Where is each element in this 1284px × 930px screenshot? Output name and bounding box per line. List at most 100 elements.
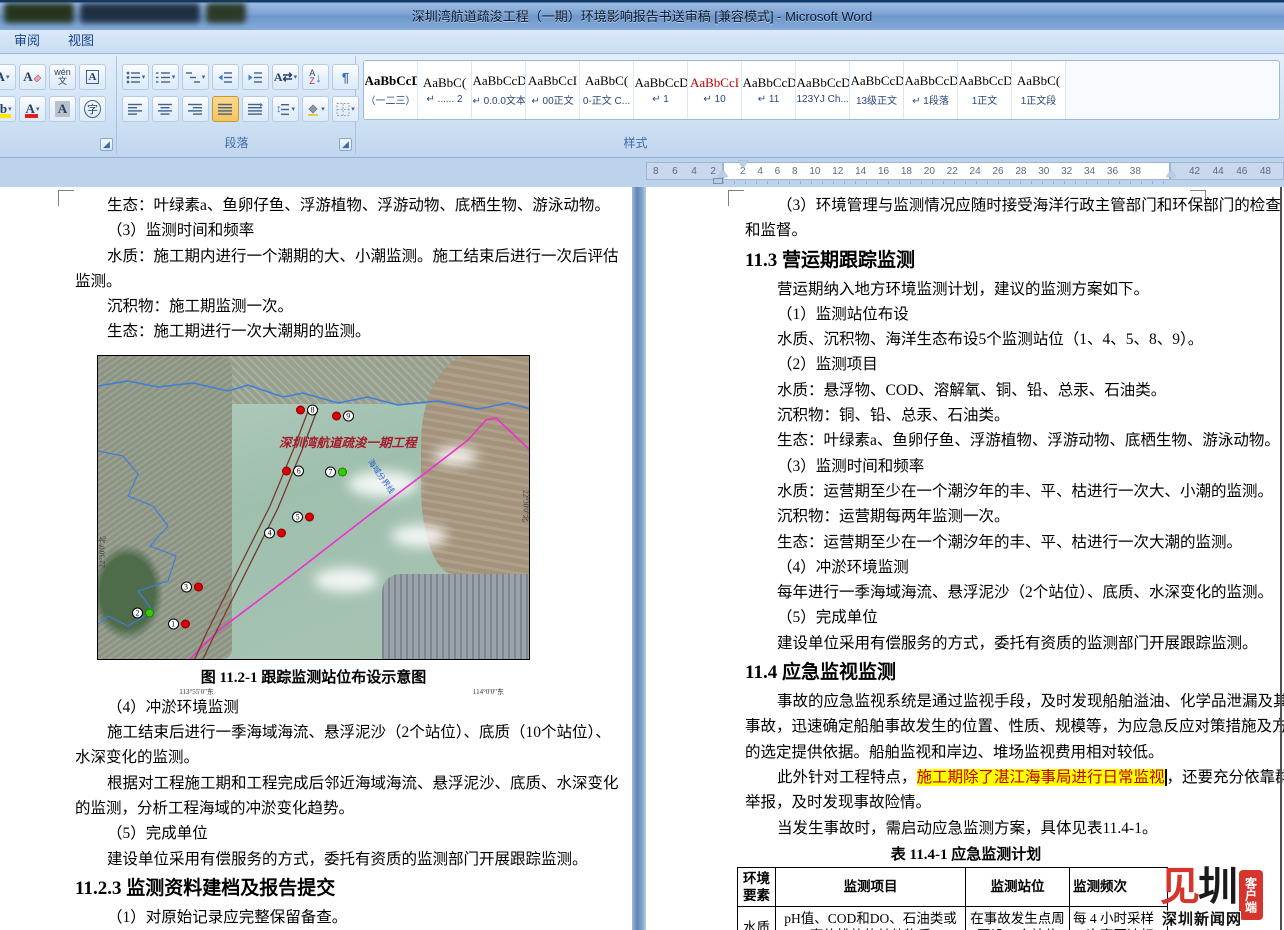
align-center-button[interactable] <box>152 96 179 122</box>
page-gap <box>632 187 646 930</box>
style-item[interactable]: AaBbCcD(13级正文 <box>850 61 904 119</box>
styles-group-label: 样式 <box>357 134 914 151</box>
character-border-button[interactable]: A <box>79 64 106 90</box>
doc-line[interactable]: 建设单位采用有偿服务的方式，委托有资质的监测部门开展跟踪监测。 <box>75 847 631 872</box>
map-lines <box>98 356 530 660</box>
doc-line[interactable]: 事故的应急监视系统是通过监视手段，及时发现船舶溢油、化学品泄漏及其他 <box>745 689 1187 714</box>
bullets-button[interactable]: ▾ <box>122 64 149 90</box>
grow-font-button[interactable]: A▾ <box>0 64 16 90</box>
font-color-button[interactable]: A▾ <box>19 96 46 122</box>
tab-view[interactable]: 视图 <box>54 27 108 53</box>
doc-line[interactable]: 施工结束后进行一季海域海流、悬浮泥沙（2个站位）、底质（10个站位）、 <box>75 720 631 745</box>
style-item[interactable]: AaBbCcD(1正文 <box>958 61 1012 119</box>
numbering-button[interactable]: ▾ <box>152 64 179 90</box>
text-boundary-mark <box>728 190 744 206</box>
paragraph-group-label: 段落 <box>118 134 355 151</box>
doc-line[interactable]: （3）监测时间和频率 <box>75 218 631 243</box>
doc-line[interactable]: 建设单位采用有偿服务的方式，委托有资质的监测部门开展跟踪监测。 <box>745 631 1187 656</box>
doc-line[interactable]: 生态：叶绿素a、鱼卵仔鱼、浮游植物、浮游动物、底栖生物、游泳动物。 <box>745 428 1187 453</box>
map-station-2: 2 <box>132 608 154 619</box>
style-item[interactable]: AaBbCcI↵ 10 <box>688 61 742 119</box>
enclose-characters-button[interactable]: 字 <box>79 96 106 122</box>
doc-line[interactable]: （1）对原始记录应完整保留备查。 <box>75 905 631 930</box>
line-spacing-button[interactable]: ↕▾ <box>272 96 299 122</box>
doc-line[interactable]: 当发生事故时，需启动应急监测方案，具体见表11.4-1。 <box>745 816 1187 841</box>
doc-line[interactable]: 生态：叶绿素a、鱼卵仔鱼、浮游植物、浮游动物、底栖生物、游泳动物。 <box>75 193 631 218</box>
doc-line[interactable]: 此外针对工程特点，施工期除了湛江海事局进行日常监视，还要充分依靠群众 <box>745 765 1187 790</box>
doc-line[interactable]: 水质、沉积物、海洋生态布设5个监测站位（1、4、5、8、9）。 <box>745 327 1187 352</box>
font-dialog-launcher[interactable]: ◢ <box>100 138 113 151</box>
doc-line[interactable]: 每年进行一季海域海流、悬浮泥沙（2个站位）、底质、水深变化的监测。 <box>745 580 1187 605</box>
doc-line[interactable]: 水质：施工期内进行一个潮期的大、小潮监测。施工结束后进行一次后评估 <box>75 244 631 269</box>
doc-line[interactable]: （4）冲淤环境监测 <box>75 695 631 720</box>
right-indent-marker[interactable] <box>1166 170 1176 177</box>
justify-button[interactable] <box>212 96 239 122</box>
doc-line[interactable]: 举报，及时发现事故险情。 <box>745 790 1187 815</box>
align-left-button[interactable] <box>122 96 149 122</box>
doc-line[interactable]: 和监督。 <box>745 218 1187 243</box>
doc-line[interactable]: 的选定提供依据。船舶监视和岸边、堆场监视费用相对较低。 <box>745 740 1187 765</box>
style-item[interactable]: AaBbCcDd↵ 1段落 <box>904 61 958 119</box>
first-line-indent-marker[interactable] <box>738 161 748 168</box>
character-shading-button[interactable]: A <box>49 96 76 122</box>
doc-line[interactable]: 水质：运营期至少在一个潮汐年的丰、平、枯进行一次大、小潮的监测。 <box>745 479 1187 504</box>
page-right[interactable]: （3）环境管理与监测情况应随时接受海洋行政主管部门和环保部门的检查和监督。11.… <box>646 187 1280 930</box>
borders-button[interactable]: ▾ <box>332 96 359 122</box>
clear-formatting-button[interactable]: A <box>19 64 46 90</box>
doc-line[interactable]: （4）冲淤环境监测 <box>745 555 1187 580</box>
doc-line[interactable]: （5）完成单位 <box>745 605 1187 630</box>
style-item[interactable]: AaBbC(0-正文 C... <box>580 61 634 119</box>
page-left[interactable]: 生态：叶绿素a、鱼卵仔鱼、浮游植物、浮游动物、底栖生物、游泳动物。（3）监测时间… <box>0 187 632 930</box>
tab-review[interactable]: 审阅 <box>0 27 54 53</box>
paragraph-dialog-launcher[interactable]: ◢ <box>339 138 352 151</box>
emg-table-header-row: 环境要素监测项目监测站位监测频次 <box>738 867 1168 906</box>
style-item[interactable]: AaBbC(↵ ...... 2 <box>418 61 472 119</box>
hanging-indent-marker[interactable] <box>718 170 728 177</box>
doc-line[interactable]: （5）完成单位 <box>75 821 631 846</box>
table-header-cell: 环境要素 <box>738 867 776 906</box>
doc-heading[interactable]: 11.4 应急监视监测 <box>745 656 1187 689</box>
show-hide-marks-button[interactable]: ¶ <box>332 64 359 90</box>
doc-line[interactable]: 监测。 <box>75 269 631 294</box>
doc-line[interactable]: 营运期纳入地方环境监测计划，建议的监测方案如下。 <box>745 277 1187 302</box>
ruler[interactable]: 8642 2468101214161820222426283032343638 … <box>0 158 1284 187</box>
style-item[interactable]: AaBbC(1正文段 <box>1012 61 1066 119</box>
sort-button[interactable]: AZ↓ <box>302 64 329 90</box>
doc-line[interactable]: 根据对工程施工期和工程完成后邻近海域海流、悬浮泥沙、底质、水深变化 <box>75 771 631 796</box>
map-coord-right: 22°30'0"北 <box>520 490 530 521</box>
doc-line[interactable]: （2）监测项目 <box>745 352 1187 377</box>
doc-line[interactable]: 水深变化的监测。 <box>75 745 631 770</box>
style-item[interactable]: AaBbCcDdI123YJ Ch... <box>796 61 850 119</box>
increase-indent-button[interactable] <box>242 64 269 90</box>
doc-heading[interactable]: 11.3 营运期跟踪监测 <box>745 244 1187 277</box>
asian-layout-button[interactable]: A⇄▾ <box>272 64 299 90</box>
doc-line[interactable]: 沉积物：运营期每两年监测一次。 <box>745 504 1187 529</box>
title-bar: 深圳湾航道疏浚工程（一期）环境影响报告书送审稿 [兼容模式] - Microso… <box>0 0 1284 30</box>
style-item[interactable]: AaBbCcD(↵ 1 <box>634 61 688 119</box>
multilevel-list-button[interactable]: ▾ <box>182 64 209 90</box>
style-item[interactable]: AaBbCcD(↵ 11 <box>742 61 796 119</box>
doc-line[interactable]: 生态：施工期进行一次大潮期的监测。 <box>75 319 631 344</box>
doc-line[interactable]: 事故，迅速确定船舶事故发生的位置、性质、规模等，为应急反应对策措施及方案 <box>745 714 1187 739</box>
map-project-label: 深圳湾航道疏浚一期工程 <box>279 432 417 451</box>
doc-line[interactable]: 沉积物：铜、铅、总汞、石油类。 <box>745 403 1187 428</box>
left-indent-marker[interactable] <box>713 178 723 184</box>
doc-line[interactable]: 沉积物：施工期监测一次。 <box>75 294 631 319</box>
doc-line[interactable]: 生态：运营期至少在一个潮汐年的丰、平、枯进行一次大潮的监测。 <box>745 530 1187 555</box>
shading-button[interactable]: ▾ <box>302 96 329 122</box>
decrease-indent-button[interactable] <box>212 64 239 90</box>
phonetic-guide-icon[interactable]: wén文 <box>49 64 76 90</box>
doc-line[interactable]: （3）监测时间和频率 <box>745 454 1187 479</box>
style-item[interactable]: AaBbCcI↵ 00正文 <box>526 61 580 119</box>
doc-line[interactable]: （3）环境管理与监测情况应随时接受海洋行政主管部门和环保部门的检查 <box>745 193 1187 218</box>
doc-heading[interactable]: 11.2.3 监测资料建档及报告提交 <box>75 872 631 905</box>
text-highlight-color-button[interactable]: ab▾ <box>0 96 16 122</box>
style-item[interactable]: AaBbCcD(↵ 0.0.0文本 <box>472 61 526 119</box>
style-item[interactable]: AaBbCcD（一二三） <box>364 61 418 119</box>
doc-line[interactable]: 水质：悬浮物、COD、溶解氧、铜、铅、总汞、石油类。 <box>745 378 1187 403</box>
doc-line[interactable]: （1）监测站位布设 <box>745 302 1187 327</box>
watermark-logo-glyphs: 见圳 <box>1160 866 1236 908</box>
distributed-button[interactable] <box>242 96 269 122</box>
doc-line[interactable]: 的监测，分析工程海域的冲淤变化趋势。 <box>75 796 631 821</box>
align-right-button[interactable] <box>182 96 209 122</box>
